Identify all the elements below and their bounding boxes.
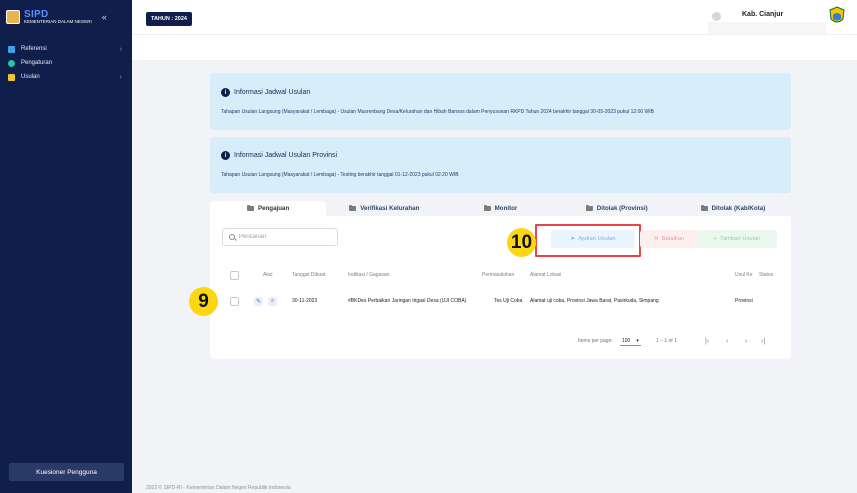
survey-button[interactable]: Kuesioner Pengguna <box>9 463 124 481</box>
region-logo <box>829 6 845 23</box>
cell-tanggal: 30-11-2023 <box>292 298 318 304</box>
tab-ditolak-kabkota[interactable]: Ditolak (Kab/Kota) <box>675 201 791 216</box>
cell-indikasi: #BKDes Perbaikan Jaringan Irigasi Desa (… <box>348 298 467 304</box>
table-header: Aksi Tanggal Dibuat Indikasi / Gagasan P… <box>210 269 791 281</box>
header-permasalahan[interactable]: Permasalahan <box>482 269 514 281</box>
batalkan-button[interactable]: ✕ Batalkan <box>640 230 698 248</box>
search-icon[interactable]: ⌕ <box>268 296 277 306</box>
folder-icon <box>349 204 357 211</box>
last-page-icon[interactable]: ›| <box>761 336 765 346</box>
sidebar-item-label: Usulan <box>21 74 40 80</box>
collapse-sidebar-icon[interactable]: « <box>102 12 107 22</box>
sidebar-item-label: Pengaturan <box>21 60 53 66</box>
info-icon: i <box>221 151 230 160</box>
folder-icon <box>700 204 708 211</box>
tab-label: Verifikasi Kelurahan <box>360 205 420 212</box>
tab-bar: Pengajuan Verifikasi Kelurahan Monitor D… <box>210 201 791 216</box>
ajukan-usulan-label: Ajukan Usulan <box>578 236 616 242</box>
row-checkbox[interactable] <box>230 296 239 306</box>
brand[interactable]: SIPD KEMENTERIAN DALAM NEGERI « <box>0 0 132 34</box>
header-alamat[interactable]: Alamat Lokasi <box>530 269 561 281</box>
chevron-right-icon: › <box>119 45 122 53</box>
table-row[interactable]: ✎ ⌕ 30-11-2023 #BKDes Perbaikan Jaringan… <box>210 294 791 308</box>
sidebar-item-pengaturan[interactable]: Pengaturan <box>0 56 132 70</box>
tambah-usulan-label: Tambah Usulan <box>720 236 761 242</box>
folder-icon <box>483 204 491 211</box>
ajukan-usulan-button[interactable]: ➤ Ajukan Usulan <box>551 230 635 248</box>
tab-label: Ditolak (Provinsi) <box>596 205 648 212</box>
region-name[interactable]: Kab. Cianjur <box>742 11 783 18</box>
caret-down-icon: ▾ <box>636 337 639 344</box>
info-icon: i <box>221 88 230 97</box>
tab-label: Monitor <box>494 205 518 212</box>
folder-icon <box>8 73 15 81</box>
plus-icon: + <box>713 236 718 242</box>
brand-subtitle: KEMENTERIAN DALAM NEGERI <box>24 18 92 24</box>
sidebar: SIPD KEMENTERIAN DALAM NEGERI « Referens… <box>0 0 132 493</box>
tab-monitor[interactable]: Monitor <box>442 201 558 216</box>
search-box[interactable] <box>222 228 338 246</box>
items-per-page-label: Items per page: <box>578 338 613 344</box>
info-province-schedule-box: i Informasi Jadwal Usulan Provinsi Tahap… <box>210 137 791 193</box>
first-page-icon[interactable]: |‹ <box>705 336 709 346</box>
folder-icon <box>585 204 593 211</box>
cell-usul-ke: Provinsi <box>735 298 753 304</box>
items-per-page-select[interactable]: 100 ▾ <box>620 336 641 346</box>
search-input[interactable] <box>239 234 329 240</box>
info-title: Informasi Jadwal Usulan Provinsi <box>234 152 338 159</box>
year-badge[interactable]: TAHUN : 2024 <box>146 12 192 26</box>
header-status[interactable]: Status <box>759 269 773 281</box>
previous-page-icon[interactable]: ‹ <box>726 336 728 346</box>
step-marker-10: 10 <box>507 228 536 257</box>
search-icon <box>229 234 235 240</box>
info-text: Tahapan Usulan Langsung (Masyarakat / Le… <box>221 109 654 115</box>
cell-alamat: Alamat uji coba, Provinsi Jawa Barat, Pa… <box>530 298 659 304</box>
tab-ditolak-provinsi[interactable]: Ditolak (Provinsi) <box>559 201 675 216</box>
paginator: Items per page: 100 ▾ 1 – 1 of 1 |‹ ‹ › … <box>210 336 791 346</box>
list-icon <box>8 45 15 53</box>
page-range: 1 – 1 of 1 <box>656 338 677 344</box>
submission-card: 10 ➤ Ajukan Usulan ✕ Batalkan + Tambah U… <box>210 216 791 359</box>
info-title: Informasi Jadwal Usulan <box>234 89 311 96</box>
edit-icon[interactable]: ✎ <box>254 296 263 306</box>
batalkan-label: Batalkan <box>661 236 685 242</box>
folder-icon <box>246 204 254 211</box>
settings-icon <box>8 59 15 67</box>
user-avatar[interactable] <box>712 12 721 21</box>
tab-label: Pengajuan <box>257 205 290 212</box>
sidebar-item-referensi[interactable]: Referensi › <box>0 42 132 56</box>
close-icon: ✕ <box>653 236 659 242</box>
sidebar-item-usulan[interactable]: Usulan › <box>0 70 132 84</box>
next-page-icon[interactable]: › <box>745 336 747 346</box>
sidebar-item-label: Referensi <box>21 46 47 52</box>
header-indikasi[interactable]: Indikasi / Gagasan <box>348 269 389 281</box>
tambah-usulan-button[interactable]: + Tambah Usulan <box>697 230 777 248</box>
header-aksi: Aksi <box>263 272 273 278</box>
tab-verifikasi-kelurahan[interactable]: Verifikasi Kelurahan <box>326 201 442 216</box>
send-icon: ➤ <box>570 236 576 242</box>
header-usul-ke[interactable]: Usul Ke <box>735 269 753 281</box>
top-bar: TAHUN : 2024 Kab. Cianjur <box>132 0 857 36</box>
select-all-checkbox[interactable] <box>230 270 239 280</box>
cell-permasalahan: Tes Uji Coba <box>494 298 523 304</box>
header-tanggal[interactable]: Tanggal Dibuat <box>292 269 325 281</box>
info-text: Tahapan Usulan Langsung (Masyarakat / Le… <box>221 172 459 178</box>
sidebar-menu: Referensi › Pengaturan Usulan › <box>0 42 132 84</box>
chevron-right-icon: › <box>119 73 122 81</box>
tab-label: Ditolak (Kab/Kota) <box>711 205 766 212</box>
footer-text: 2022 © SIPD-RI - Kementerian Dalam Neger… <box>146 485 291 491</box>
items-per-page-value: 100 <box>622 337 631 344</box>
sub-bar <box>132 34 857 60</box>
info-schedule-box: i Informasi Jadwal Usulan Tahapan Usulan… <box>210 73 791 130</box>
brand-logo <box>6 10 20 24</box>
step-marker-9: 9 <box>189 287 218 316</box>
tab-pengajuan[interactable]: Pengajuan <box>210 201 327 216</box>
